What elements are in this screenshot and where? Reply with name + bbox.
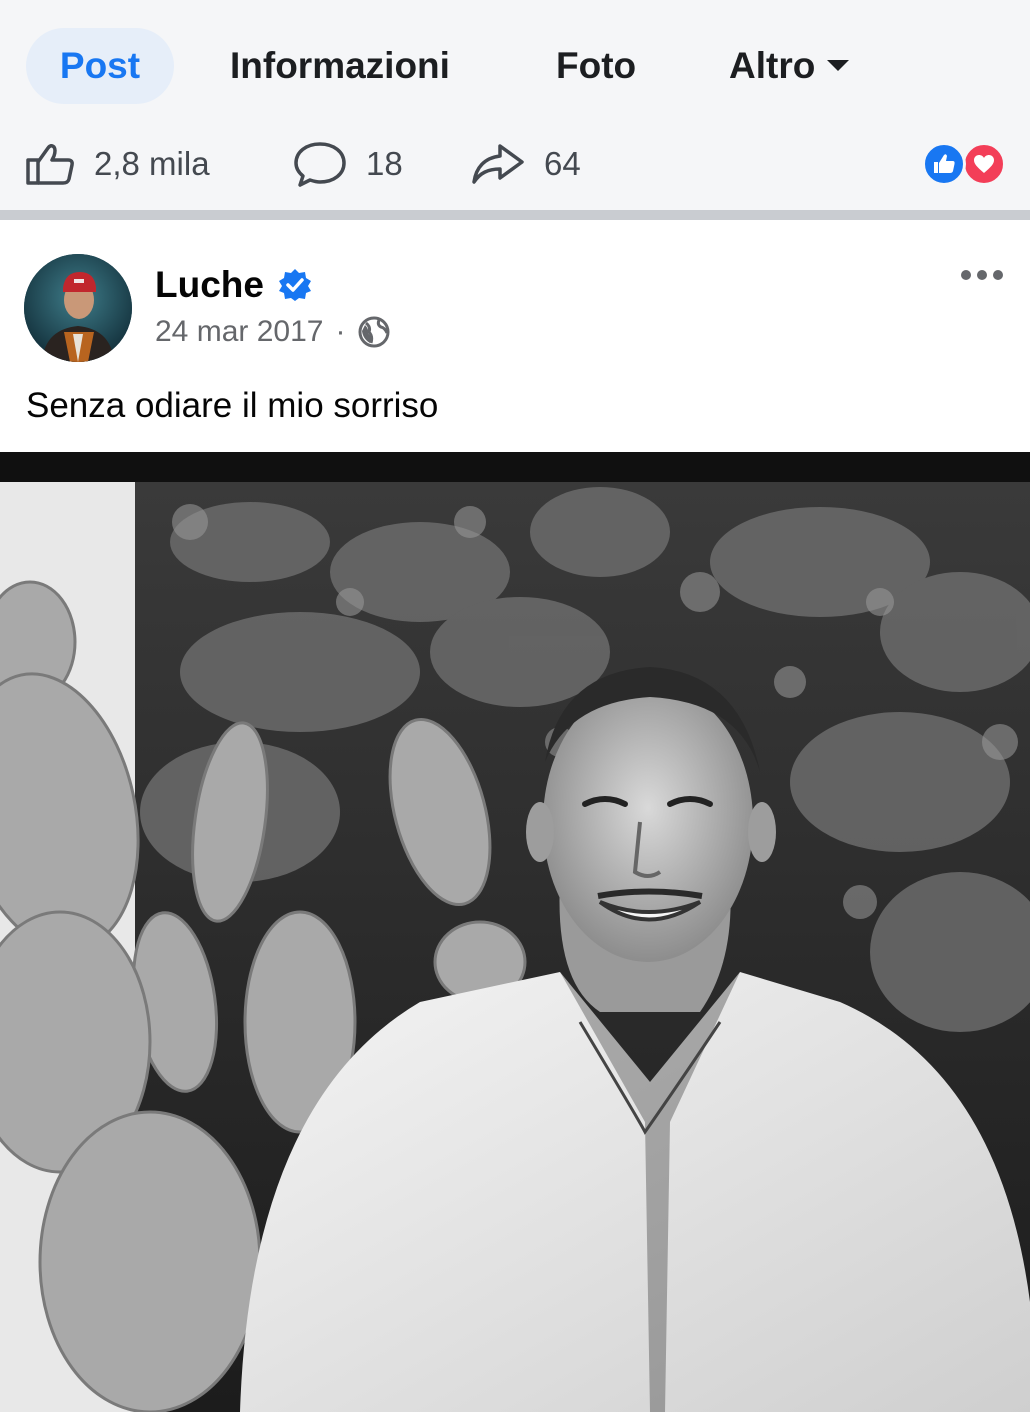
- thumbs-up-outline-icon: [26, 143, 74, 185]
- comment-button[interactable]: 18: [292, 134, 403, 194]
- post-date[interactable]: 24 mar 2017: [155, 315, 323, 349]
- post-card: Luche 24 mar 2017 · Senza odiare il mio …: [0, 220, 1030, 452]
- tab-informazioni[interactable]: Informazioni: [230, 28, 450, 104]
- like-reaction-icon: [922, 142, 966, 186]
- post-caption: Senza odiare il mio sorriso: [26, 386, 439, 425]
- reaction-summary[interactable]: [922, 134, 1012, 194]
- globe-icon[interactable]: [357, 315, 391, 349]
- tab-foto[interactable]: Foto: [556, 28, 636, 104]
- photo-image: [0, 482, 1030, 1412]
- tab-altro[interactable]: Altro: [729, 28, 850, 104]
- share-arrow-icon: [472, 144, 524, 184]
- like-button[interactable]: 2,8 mila: [24, 134, 210, 194]
- author-name[interactable]: Luche: [155, 264, 312, 306]
- comments-count: 18: [366, 145, 403, 182]
- post-photo[interactable]: [0, 452, 1030, 1412]
- profile-tabs: Post Informazioni Foto Altro: [0, 0, 1030, 120]
- comment-bubble-icon: [294, 142, 346, 187]
- love-reaction-icon: [962, 142, 1006, 186]
- more-options-icon[interactable]: [960, 268, 1004, 282]
- avatar[interactable]: [24, 254, 132, 362]
- tab-post[interactable]: Post: [26, 28, 174, 104]
- section-divider: [0, 210, 1030, 220]
- meta-separator: ·: [335, 315, 346, 348]
- caret-down-icon: [827, 59, 850, 71]
- author-name-text: Luche: [155, 264, 264, 305]
- share-button[interactable]: 64: [470, 134, 581, 194]
- shares-count: 64: [544, 145, 581, 182]
- tab-altro-label: Altro: [729, 45, 816, 86]
- post-meta: 24 mar 2017 ·: [155, 315, 391, 349]
- verified-badge-icon: [278, 269, 311, 301]
- engagement-bar: 2,8 mila 18 64: [0, 120, 1030, 210]
- likes-count: 2,8 mila: [94, 145, 210, 182]
